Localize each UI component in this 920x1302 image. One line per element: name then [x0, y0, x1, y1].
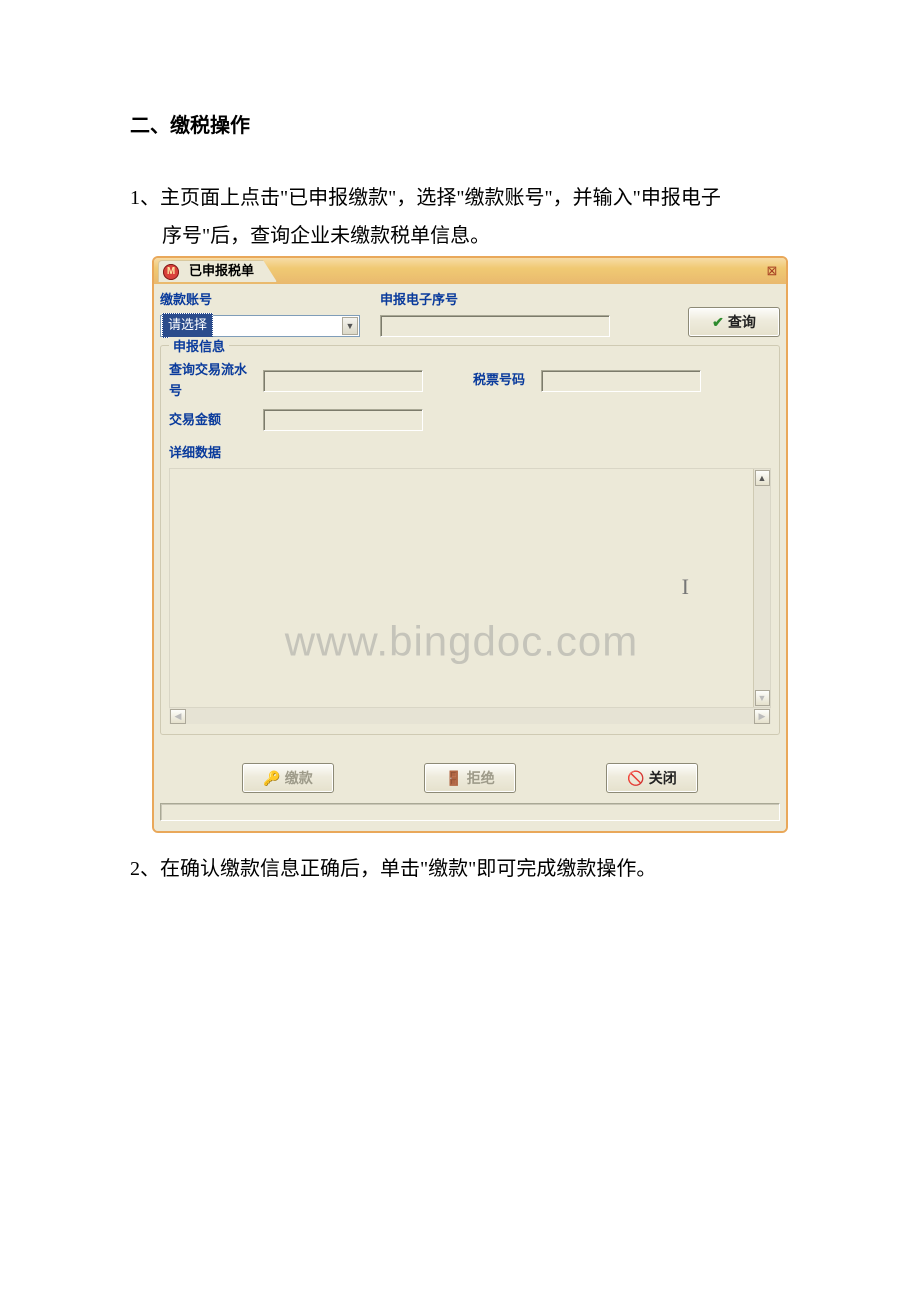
horizontal-scrollbar[interactable]: ◀ ▶ — [169, 707, 771, 724]
declare-info-legend: 申报信息 — [169, 337, 229, 358]
instruction-1-line2: 序号"后，查询企业未缴款税单信息。 — [130, 220, 790, 252]
detail-data-area: I www.bingdoc.com ▲ ▼ — [169, 468, 771, 708]
detail-data-label: 详细数据 — [169, 443, 771, 464]
query-button-label: 查询 — [728, 311, 756, 333]
app-logo-icon: M — [163, 264, 179, 280]
payment-account-select[interactable]: 请选择 ▼ — [160, 315, 360, 337]
declare-eseq-input[interactable] — [380, 315, 610, 337]
window-title: 已申报税单 — [189, 261, 254, 282]
scroll-right-icon[interactable]: ▶ — [754, 709, 770, 724]
title-tab: M 已申报税单 — [158, 260, 277, 282]
close-icon[interactable]: ⊠ — [764, 264, 780, 280]
pay-button-label: 缴款 — [285, 767, 313, 789]
trans-amount-field[interactable] — [263, 409, 423, 431]
statusbar — [160, 803, 780, 821]
titlebar: M 已申报税单 ⊠ — [154, 258, 786, 284]
scroll-left-icon[interactable]: ◀ — [170, 709, 186, 724]
payment-account-selected: 请选择 — [162, 313, 213, 338]
close-button-label: 关闭 — [649, 767, 677, 789]
declare-eseq-label: 申报电子序号 — [380, 290, 610, 311]
text-cursor-icon: I — [682, 569, 689, 604]
section-title: 二、缴税操作 — [130, 110, 790, 142]
check-icon: ✔ — [712, 311, 724, 333]
reject-button-label: 拒绝 — [467, 767, 495, 789]
query-trans-no-label: 查询交易流水号 — [169, 360, 255, 402]
instruction-2: 2、在确认缴款信息正确后，单击"缴款"即可完成缴款操作。 — [130, 853, 790, 885]
prohibit-icon: 🚫 — [627, 767, 644, 789]
chevron-down-icon[interactable]: ▼ — [342, 317, 358, 335]
client-area: 缴款账号 请选择 ▼ 申报电子序号 ✔ 查询 — [154, 284, 786, 831]
reject-button[interactable]: 🚪 拒绝 — [424, 763, 516, 793]
scroll-down-icon[interactable]: ▼ — [755, 690, 770, 706]
declare-info-group: 申报信息 查询交易流水号 税票号码 交易金额 详细数据 I www. — [160, 345, 780, 735]
query-trans-no-field[interactable] — [263, 370, 423, 392]
tax-ticket-no-field[interactable] — [541, 370, 701, 392]
app-window: M 已申报税单 ⊠ 缴款账号 请选择 ▼ 申报电子序号 — [152, 256, 788, 833]
payment-account-label: 缴款账号 — [160, 290, 360, 311]
vertical-scrollbar[interactable]: ▲ ▼ — [753, 469, 770, 707]
instruction-1-line1: 1、主页面上点击"已申报缴款"，选择"缴款账号"，并输入"申报电子 — [130, 182, 790, 214]
trans-amount-label: 交易金额 — [169, 410, 255, 431]
tax-ticket-no-label: 税票号码 — [473, 370, 533, 391]
scroll-up-icon[interactable]: ▲ — [755, 470, 770, 486]
close-button[interactable]: 🚫 关闭 — [606, 763, 698, 793]
exit-icon: 🚪 — [445, 767, 462, 789]
pay-button[interactable]: 🔑 缴款 — [242, 763, 334, 793]
detail-data-content[interactable]: I www.bingdoc.com — [170, 469, 753, 707]
watermark-text: www.bingdoc.com — [285, 607, 638, 674]
query-button[interactable]: ✔ 查询 — [688, 307, 780, 337]
key-icon: 🔑 — [263, 767, 280, 789]
